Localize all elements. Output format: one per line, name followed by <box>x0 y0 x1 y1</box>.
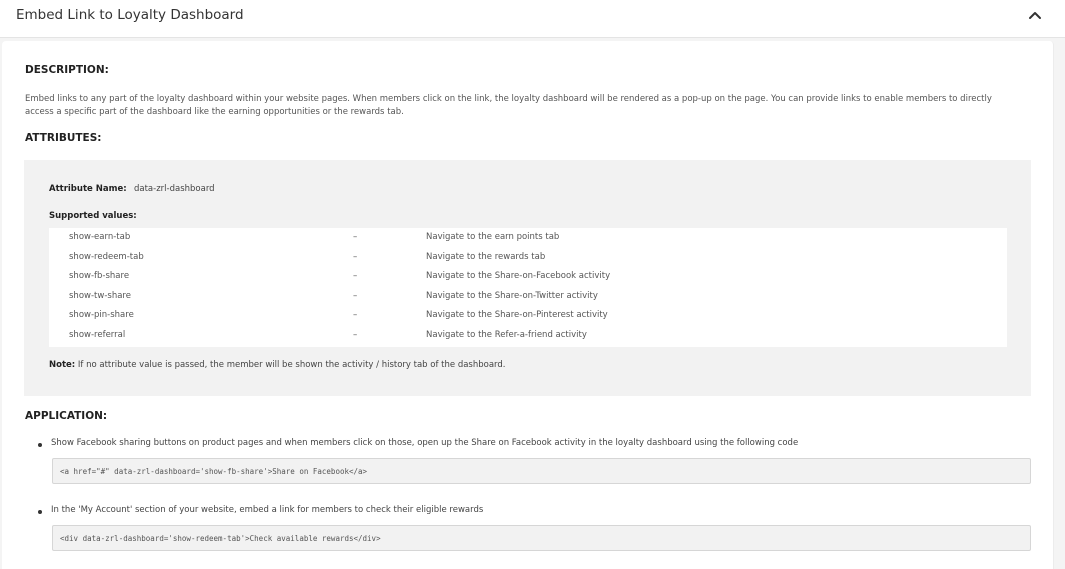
code-snippet[interactable]: <div data-zrl-dashboard='show-redeem-tab… <box>52 525 1031 551</box>
dash-cell: – <box>353 271 358 281</box>
attribute-name-value: data-zrl-dashboard <box>134 184 215 194</box>
supported-values-table: show-earn-tab – Navigate to the earn poi… <box>49 228 1007 347</box>
bullet-dot <box>38 443 42 447</box>
accordion-header[interactable]: Embed Link to Loyalty Dashboard <box>0 0 1065 38</box>
value-cell: show-pin-share <box>69 310 134 320</box>
description-cell: Navigate to the Share-on-Pinterest activ… <box>426 310 608 320</box>
attribute-name-label: Attribute Name: <box>49 184 127 194</box>
note-text: If no attribute value is passed, the mem… <box>75 360 506 370</box>
value-cell: show-tw-share <box>69 290 131 301</box>
accordion-title: Embed Link to Loyalty Dashboard <box>16 7 244 23</box>
code-snippet[interactable]: <a href="#" data-zrl-dashboard='show-fb-… <box>52 458 1031 484</box>
attributes-box: Attribute Name: data-zrl-dashboard Suppo… <box>24 160 1031 396</box>
value-cell: show-referral <box>69 329 126 340</box>
description-cell: Navigate to the Share-on-Facebook activi… <box>426 271 611 281</box>
dash-cell: – <box>353 232 358 242</box>
application-heading: APPLICATION: <box>25 410 108 422</box>
attributes-note: Note: If no attribute value is passed, t… <box>49 360 505 370</box>
supported-values-label: Supported values: <box>49 211 137 221</box>
dash-cell: – <box>353 290 358 301</box>
table-row: show-referral – Navigate to the Refer-a-… <box>49 326 1007 345</box>
application-item-text: In the 'My Account' section of your webs… <box>51 505 484 515</box>
value-cell: show-redeem-tab <box>69 251 144 262</box>
description-cell: Navigate to the rewards tab <box>426 251 546 262</box>
description-text: Embed links to any part of the loyalty d… <box>25 94 992 117</box>
application-item-text: Show Facebook sharing buttons on product… <box>51 438 799 448</box>
description-heading: DESCRIPTION: <box>25 64 109 76</box>
chevron-up-icon[interactable] <box>1027 8 1043 24</box>
value-cell: show-fb-share <box>69 271 130 281</box>
table-row: show-tw-share – Navigate to the Share-on… <box>49 287 1007 306</box>
table-row: show-earn-tab – Navigate to the earn poi… <box>49 228 1007 247</box>
code-text: <a href="#" data-zrl-dashboard='show-fb-… <box>60 467 368 476</box>
table-row: show-pin-share – Navigate to the Share-o… <box>49 306 1007 325</box>
description-cell: Navigate to the Refer-a-friend activity <box>426 329 587 340</box>
accordion-panel: DESCRIPTION: Embed links to any part of … <box>2 41 1054 569</box>
table-row: show-redeem-tab – Navigate to the reward… <box>49 248 1007 267</box>
dash-cell: – <box>353 329 358 340</box>
description-cell: Navigate to the earn points tab <box>426 232 560 242</box>
dash-cell: – <box>353 251 358 262</box>
value-cell: show-earn-tab <box>69 232 131 242</box>
note-label: Note: <box>49 360 76 370</box>
code-text: <div data-zrl-dashboard='show-redeem-tab… <box>60 534 381 543</box>
attributes-heading: ATTRIBUTES: <box>25 132 102 144</box>
dash-cell: – <box>353 310 358 320</box>
bullet-dot <box>38 510 42 514</box>
description-cell: Navigate to the Share-on-Twitter activit… <box>426 290 598 301</box>
table-row: show-fb-share – Navigate to the Share-on… <box>49 267 1007 286</box>
